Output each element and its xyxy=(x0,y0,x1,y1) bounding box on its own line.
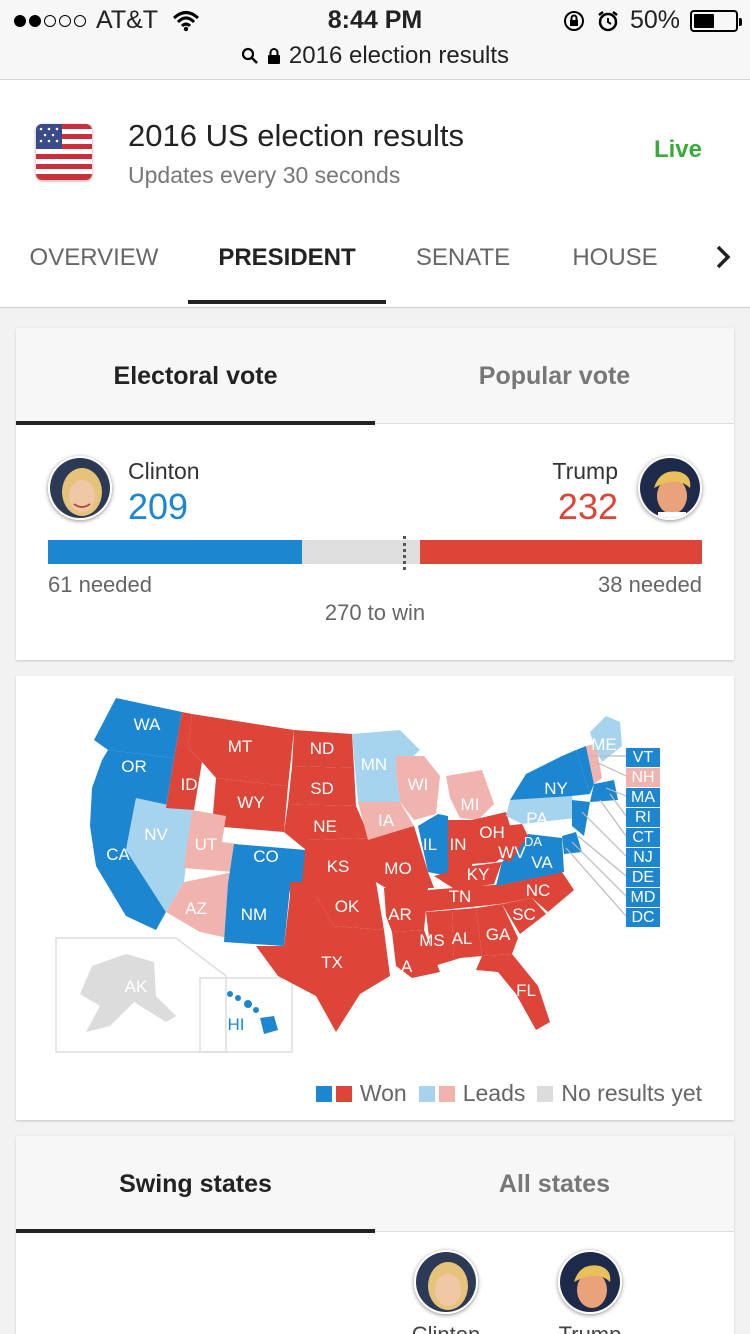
active-vote-tab-indicator xyxy=(16,421,375,425)
section-tabs: OVERVIEW PRESIDENT SENATE HOUSE xyxy=(0,228,750,306)
trump-bar-fill xyxy=(419,540,702,564)
tab-popular-vote[interactable]: Popular vote xyxy=(375,328,734,424)
state-pa xyxy=(506,796,576,824)
page-title: 2016 US election results xyxy=(128,118,465,153)
page-subtitle: Updates every 30 seconds xyxy=(128,162,401,188)
legend-dem-won-swatch xyxy=(315,1085,332,1102)
trump-avatar xyxy=(638,456,702,520)
alarm-icon xyxy=(598,10,618,31)
small-state-ri[interactable]: RI xyxy=(626,808,660,827)
tab-president[interactable]: PRESIDENT xyxy=(188,228,386,306)
states-tabs: Swing states All states xyxy=(16,1136,734,1233)
clinton-bar-fill xyxy=(48,540,303,564)
small-state-de[interactable]: DE xyxy=(626,868,660,887)
small-state-vt[interactable]: VT xyxy=(626,748,660,767)
electoral-progress-bar xyxy=(48,536,702,570)
clinton-electoral-votes: 209 xyxy=(128,486,189,527)
tab-swing-states[interactable]: Swing states xyxy=(16,1136,375,1232)
state-mt xyxy=(188,714,294,786)
live-badge: Live xyxy=(653,136,702,163)
status-bar: AT&T 8:44 PM 50% 2016 election results xyxy=(0,0,750,80)
us-flag-icon xyxy=(36,124,92,180)
small-state-ma[interactable]: MA xyxy=(626,788,660,807)
vote-type-tabs: Electoral vote Popular vote xyxy=(16,328,734,425)
legend-no-results: No results yet xyxy=(561,1080,702,1106)
tab-senate[interactable]: SENATE xyxy=(396,228,530,306)
active-tab-indicator xyxy=(188,300,386,304)
chevron-right-icon[interactable] xyxy=(710,244,736,270)
hawaii-inset-frame xyxy=(199,977,293,1053)
state-mi xyxy=(446,770,494,820)
swing-clinton-name: Clinton xyxy=(386,1322,506,1334)
small-state-dc[interactable]: DC xyxy=(626,908,660,927)
state-ak xyxy=(80,954,176,1032)
clinton-avatar-small xyxy=(414,1250,478,1314)
state-ny xyxy=(510,750,590,800)
state-nd xyxy=(292,730,354,768)
small-state-md[interactable]: MD xyxy=(626,888,660,907)
state-ks xyxy=(302,838,376,882)
trump-avatar-small xyxy=(558,1250,622,1314)
url-text: 2016 election results xyxy=(288,42,510,69)
small-state-nj[interactable]: NJ xyxy=(626,848,660,867)
legend-leads: Leads xyxy=(462,1080,526,1106)
tab-house[interactable]: HOUSE xyxy=(550,228,680,306)
search-icon xyxy=(241,47,258,64)
tab-overview[interactable]: OVERVIEW xyxy=(12,228,176,306)
legend-won: Won xyxy=(359,1080,407,1106)
state-fl xyxy=(476,954,550,1030)
battery-icon xyxy=(690,9,742,32)
legend-no-results-swatch xyxy=(537,1085,554,1102)
small-state-nh[interactable]: NH xyxy=(626,768,660,787)
state-de-md-shape xyxy=(562,832,582,854)
tab-all-states[interactable]: All states xyxy=(375,1136,734,1232)
state-hi xyxy=(227,991,278,1034)
status-right: 50% xyxy=(562,6,742,35)
map-legend: Won Leads No results yet xyxy=(315,1080,702,1107)
states-card: Swing states All states Clinton Trump xyxy=(16,1136,734,1334)
battery-percent: 50% xyxy=(629,6,680,34)
clinton-needed: 61 needed xyxy=(48,572,152,597)
orientation-lock-icon xyxy=(563,10,584,31)
state-nm xyxy=(224,884,290,946)
state-ar xyxy=(384,888,428,932)
to-win-label: 270 to win xyxy=(324,600,426,625)
trump-needed: 38 needed xyxy=(598,572,702,597)
trump-name: Trump xyxy=(552,458,618,484)
electoral-card: Electoral vote Popular vote Clinton 209 … xyxy=(16,328,734,660)
clinton-name: Clinton xyxy=(128,458,200,484)
state-wa xyxy=(94,698,182,758)
trump-electoral-votes: 232 xyxy=(557,486,618,527)
tab-electoral-vote[interactable]: Electoral vote xyxy=(16,328,375,424)
state-sd xyxy=(288,766,356,806)
legend-rep-leads-swatch xyxy=(438,1085,455,1102)
clinton-avatar xyxy=(48,456,112,520)
swing-trump-name: Trump xyxy=(530,1322,650,1334)
active-states-tab-indicator xyxy=(16,1229,375,1233)
url-bar[interactable]: 2016 election results xyxy=(0,42,750,70)
app-header: 2016 US election results Updates every 3… xyxy=(0,80,750,308)
win-threshold-marker xyxy=(403,536,406,570)
state-nj-shape xyxy=(572,800,590,836)
map-card: WA OR CA ID MT WY NV UT AZ CO NM ND SD N… xyxy=(16,676,734,1120)
legend-rep-won-swatch xyxy=(335,1085,352,1102)
lock-icon xyxy=(267,48,280,64)
small-state-ct[interactable]: CT xyxy=(626,828,660,847)
legend-dem-leads-swatch xyxy=(418,1085,435,1102)
